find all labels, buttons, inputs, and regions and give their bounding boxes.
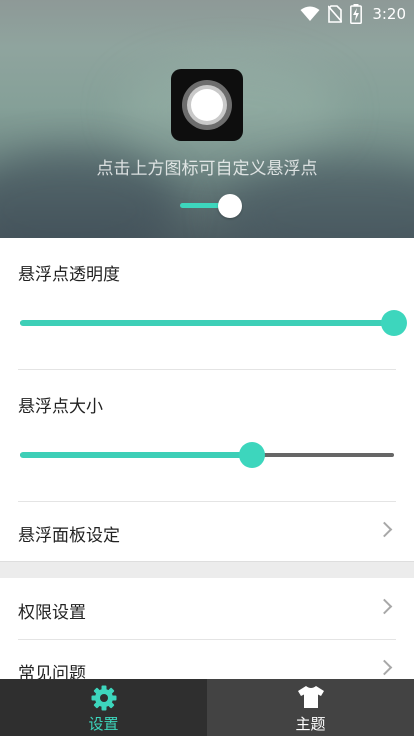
opacity-slider[interactable] [20, 308, 407, 338]
status-time: 3:20 [372, 5, 406, 23]
permissions-row[interactable]: 权限设置 [0, 579, 414, 637]
permissions-label: 权限设置 [18, 603, 86, 623]
floating-dot-center [191, 89, 223, 121]
floating-dot-icon-button[interactable] [171, 69, 243, 141]
slider-fill [20, 452, 252, 458]
tab-settings[interactable]: 设置 [0, 679, 207, 736]
toggle-knob[interactable] [218, 194, 242, 218]
size-label: 悬浮点大小 [18, 397, 103, 417]
tshirt-icon [297, 686, 324, 708]
no-sim-icon [328, 5, 343, 23]
bottom-nav: 设置 主题 [0, 679, 414, 736]
slider-thumb[interactable] [238, 442, 265, 468]
size-slider[interactable] [20, 440, 394, 470]
panel-settings-label: 悬浮面板设定 [18, 526, 120, 546]
tab-settings-label: 设置 [88, 715, 119, 733]
tab-themes[interactable]: 主题 [207, 679, 414, 736]
section-separator [0, 561, 414, 578]
header-banner: 点击上方图标可自定义悬浮点 [0, 0, 414, 238]
toggle-track [180, 203, 220, 208]
chevron-right-icon [376, 521, 393, 538]
header-hint-text: 点击上方图标可自定义悬浮点 [96, 159, 318, 179]
gear-icon [91, 685, 116, 711]
slider-fill [20, 320, 394, 326]
tab-themes-label: 主题 [295, 715, 326, 733]
slider-thumb[interactable] [381, 310, 407, 336]
battery-charging-icon [350, 4, 363, 24]
panel-settings-row[interactable]: 悬浮面板设定 [0, 502, 414, 560]
divider [18, 369, 396, 370]
chevron-right-icon [376, 659, 393, 676]
opacity-label: 悬浮点透明度 [18, 265, 120, 285]
wifi-icon [300, 6, 320, 21]
floating-dot-toggle[interactable] [178, 192, 244, 220]
status-bar: 3:20 [0, 0, 414, 28]
chevron-right-icon [376, 598, 393, 615]
